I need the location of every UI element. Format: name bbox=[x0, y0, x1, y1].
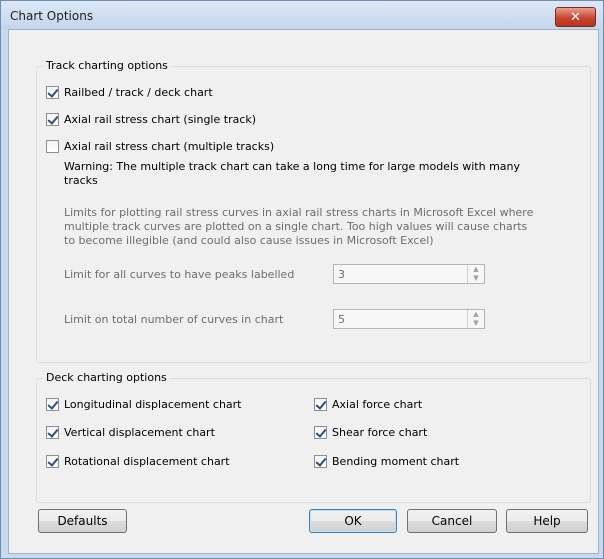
spin-up-icon[interactable]: ▲ bbox=[468, 265, 484, 274]
vertical-label: Vertical displacement chart bbox=[64, 426, 215, 439]
bending-moment-label: Bending moment chart bbox=[332, 455, 460, 468]
limits-note-line-1: Limits for plotting rail stress curves i… bbox=[64, 206, 534, 219]
axial-force-checkbox[interactable] bbox=[314, 398, 327, 411]
title-bar: Chart Options ✕ bbox=[1, 1, 603, 29]
axial-force-checkbox-row[interactable]: Axial force chart bbox=[314, 398, 422, 411]
vertical-checkbox[interactable] bbox=[46, 426, 59, 439]
peaks-limit-value: 3 bbox=[338, 268, 345, 281]
shear-force-checkbox-row[interactable]: Shear force chart bbox=[314, 426, 427, 439]
peaks-limit-spinner[interactable]: 3 ▲ ▼ bbox=[333, 264, 485, 284]
bending-moment-checkbox[interactable] bbox=[314, 455, 327, 468]
warning-line-1: Warning: The multiple track chart can ta… bbox=[64, 160, 521, 173]
track-charting-group: Track charting options Railbed / track /… bbox=[36, 59, 591, 363]
axial-single-checkbox-row[interactable]: Axial rail stress chart (single track) bbox=[46, 113, 256, 126]
deck-group-title: Deck charting options bbox=[43, 371, 170, 384]
rotational-checkbox[interactable] bbox=[46, 455, 59, 468]
close-button[interactable]: ✕ bbox=[555, 7, 596, 27]
help-button[interactable]: Help bbox=[506, 509, 588, 533]
limits-note-line-2: multiple track curves are plotted on a s… bbox=[64, 220, 528, 233]
axial-multiple-checkbox[interactable] bbox=[46, 140, 59, 153]
rotational-checkbox-row[interactable]: Rotational displacement chart bbox=[46, 455, 230, 468]
shear-force-checkbox[interactable] bbox=[314, 426, 327, 439]
cancel-button[interactable]: Cancel bbox=[407, 509, 497, 533]
longitudinal-label: Longitudinal displacement chart bbox=[64, 398, 242, 411]
axial-single-checkbox[interactable] bbox=[46, 113, 59, 126]
axial-single-label: Axial rail stress chart (single track) bbox=[64, 113, 257, 126]
curves-limit-value: 5 bbox=[338, 313, 345, 326]
rotational-label: Rotational displacement chart bbox=[64, 455, 230, 468]
railbed-chart-label: Railbed / track / deck chart bbox=[64, 86, 213, 99]
warning-line-2: tracks bbox=[64, 174, 98, 187]
track-group-title: Track charting options bbox=[43, 59, 171, 72]
axial-multiple-checkbox-row[interactable]: Axial rail stress chart (multiple tracks… bbox=[46, 140, 274, 153]
dialog-body: Track charting options Railbed / track /… bbox=[8, 29, 599, 554]
bending-moment-checkbox-row[interactable]: Bending moment chart bbox=[314, 455, 459, 468]
vertical-checkbox-row[interactable]: Vertical displacement chart bbox=[46, 426, 215, 439]
railbed-chart-checkbox-row[interactable]: Railbed / track / deck chart bbox=[46, 86, 213, 99]
chart-options-dialog: Chart Options ✕ Track charting options R… bbox=[0, 0, 604, 559]
curves-limit-arrows[interactable]: ▲ ▼ bbox=[467, 310, 484, 328]
warning-text: Warning: The multiple track chart can ta… bbox=[64, 160, 520, 188]
axial-force-label: Axial force chart bbox=[332, 398, 423, 411]
curves-limit-spinner[interactable]: 5 ▲ ▼ bbox=[333, 309, 485, 329]
defaults-button[interactable]: Defaults bbox=[38, 509, 127, 533]
limits-note: Limits for plotting rail stress curves i… bbox=[64, 206, 533, 248]
window-title: Chart Options bbox=[10, 9, 94, 23]
spin-up-icon[interactable]: ▲ bbox=[468, 310, 484, 319]
ok-button[interactable]: OK bbox=[309, 509, 397, 533]
limits-note-line-3: to become illegible (and could also caus… bbox=[64, 234, 434, 247]
close-icon: ✕ bbox=[570, 9, 581, 25]
longitudinal-checkbox[interactable] bbox=[46, 398, 59, 411]
railbed-chart-checkbox[interactable] bbox=[46, 86, 59, 99]
peaks-limit-arrows[interactable]: ▲ ▼ bbox=[467, 265, 484, 283]
peaks-limit-label: Limit for all curves to have peaks label… bbox=[64, 268, 295, 281]
shear-force-label: Shear force chart bbox=[332, 426, 428, 439]
spin-down-icon[interactable]: ▼ bbox=[468, 274, 484, 283]
deck-charting-group: Deck charting options Longitudinal displ… bbox=[36, 371, 591, 503]
axial-multiple-label: Axial rail stress chart (multiple tracks… bbox=[64, 140, 275, 153]
longitudinal-checkbox-row[interactable]: Longitudinal displacement chart bbox=[46, 398, 242, 411]
curves-limit-label: Limit on total number of curves in chart bbox=[64, 313, 284, 326]
spin-down-icon[interactable]: ▼ bbox=[468, 319, 484, 328]
